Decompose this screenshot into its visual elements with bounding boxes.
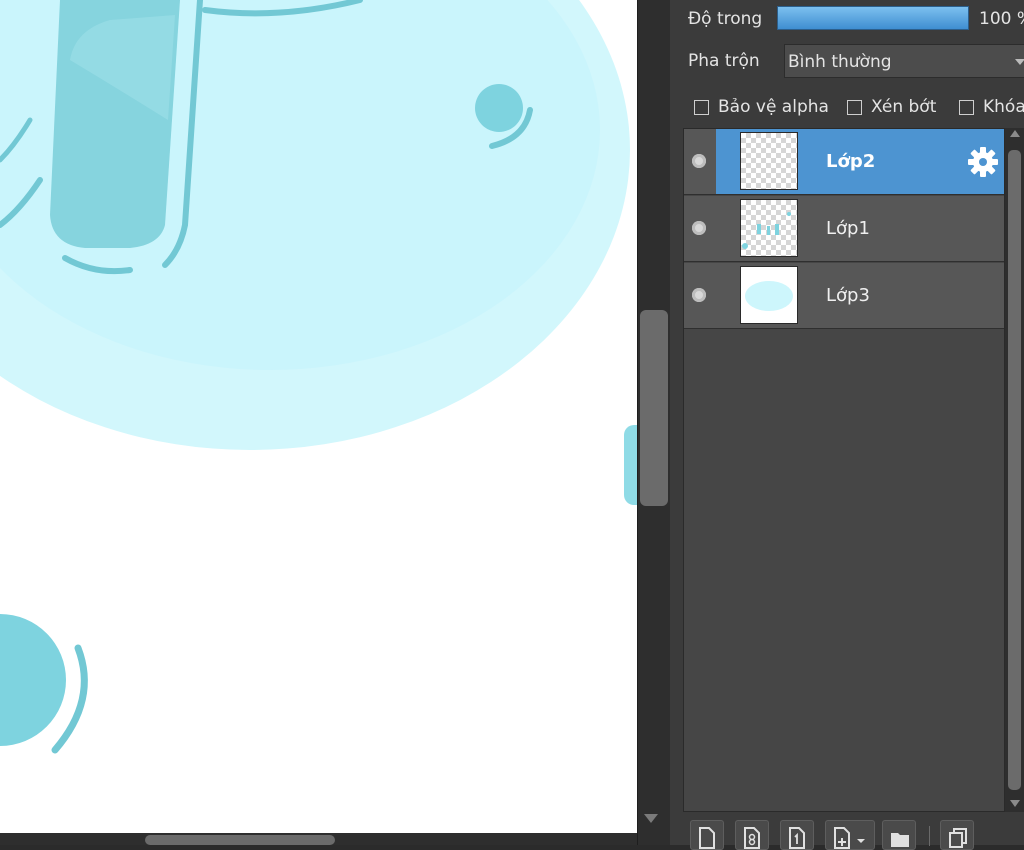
layer-thumbnail-art <box>745 281 793 311</box>
new-8bit-layer-icon <box>744 827 760 849</box>
layer-thumbnail-art <box>742 212 791 249</box>
layer-item-lop3[interactable]: Lớp3 <box>684 263 1004 329</box>
scroll-up-arrow-icon[interactable] <box>1010 130 1020 137</box>
canvas-vertical-scrollbar[interactable] <box>637 0 671 845</box>
new-1bit-layer-button[interactable] <box>780 820 814 850</box>
protect-alpha-checkbox[interactable]: Bảo vệ alpha <box>694 97 829 117</box>
eye-icon[interactable] <box>692 288 706 302</box>
layer-list-scrollbar[interactable] <box>1005 128 1024 812</box>
layer-name: Lớp1 <box>826 218 870 239</box>
gear-icon[interactable] <box>966 145 1000 179</box>
opacity-slider[interactable] <box>777 6 969 30</box>
new-1bit-layer-icon <box>789 827 805 849</box>
add-layer-dropdown-button[interactable] <box>825 820 875 850</box>
duplicate-layer-button[interactable] <box>940 820 974 850</box>
visibility-toggle[interactable] <box>684 196 716 261</box>
opacity-value: 100 % <box>979 9 1024 29</box>
eye-icon[interactable] <box>692 154 706 168</box>
checkbox-box[interactable] <box>959 99 974 115</box>
new-folder-button[interactable] <box>882 820 916 850</box>
chevron-down-icon <box>1015 59 1024 65</box>
layer-name: Lớp3 <box>826 285 870 306</box>
layer-list: Lớp2 Lớp1 Lớp3 <box>683 128 1005 812</box>
layer-row-main[interactable]: Lớp1 <box>716 196 1004 261</box>
layer-row-main[interactable]: Lớp2 <box>716 129 1004 194</box>
checkbox-label: Xén bớt <box>871 97 937 117</box>
canvas-horizontal-scroll-thumb[interactable] <box>145 835 335 845</box>
visibility-toggle[interactable] <box>684 263 716 328</box>
layer-list-scroll-thumb[interactable] <box>1008 150 1021 790</box>
canvas-edge-shape <box>624 425 637 505</box>
checkbox-label: Khóa <box>983 97 1024 117</box>
canvas-horizontal-scrollbar[interactable] <box>0 833 637 845</box>
eye-icon[interactable] <box>692 221 706 235</box>
drawing-canvas[interactable] <box>0 0 637 833</box>
duplicate-layer-icon <box>949 828 967 848</box>
checkbox-label: Bảo vệ alpha <box>718 97 829 117</box>
lock-checkbox[interactable]: Khóa <box>959 97 1024 117</box>
layer-toolbar <box>670 812 1024 850</box>
add-layer-dropdown-icon <box>834 827 865 849</box>
opacity-label: Độ trong <box>688 9 763 29</box>
layer-thumbnail <box>740 266 798 324</box>
new-layer-button[interactable] <box>690 820 724 850</box>
checkbox-box[interactable] <box>694 99 709 115</box>
layer-item-lop2[interactable]: Lớp2 <box>684 129 1004 195</box>
blend-mode-select[interactable]: Bình thường <box>784 44 1024 78</box>
layer-thumbnail <box>740 199 798 257</box>
new-layer-icon <box>699 827 715 849</box>
visibility-toggle[interactable] <box>684 129 716 194</box>
clipping-checkbox[interactable]: Xén bớt <box>847 97 936 117</box>
scroll-down-arrow-icon[interactable] <box>1010 800 1020 807</box>
canvas-vertical-scroll-thumb[interactable] <box>640 310 668 506</box>
canvas-artwork <box>0 0 630 754</box>
folder-icon <box>891 833 909 847</box>
layer-item-lop1[interactable]: Lớp1 <box>684 196 1004 262</box>
new-8bit-layer-button[interactable] <box>735 820 769 850</box>
layer-thumbnail <box>740 132 798 190</box>
toolbar-divider <box>929 826 930 846</box>
scroll-down-arrow-icon[interactable] <box>644 814 658 823</box>
blend-mode-value: Bình thường <box>788 52 892 72</box>
checkbox-box[interactable] <box>847 99 862 115</box>
blend-mode-label: Pha trộn <box>688 51 760 71</box>
layer-row-main[interactable]: Lớp3 <box>716 263 1004 328</box>
layer-panel: Độ trong 100 % Pha trộn Bình thường Bảo … <box>670 0 1024 850</box>
layer-name: Lớp2 <box>826 151 876 172</box>
